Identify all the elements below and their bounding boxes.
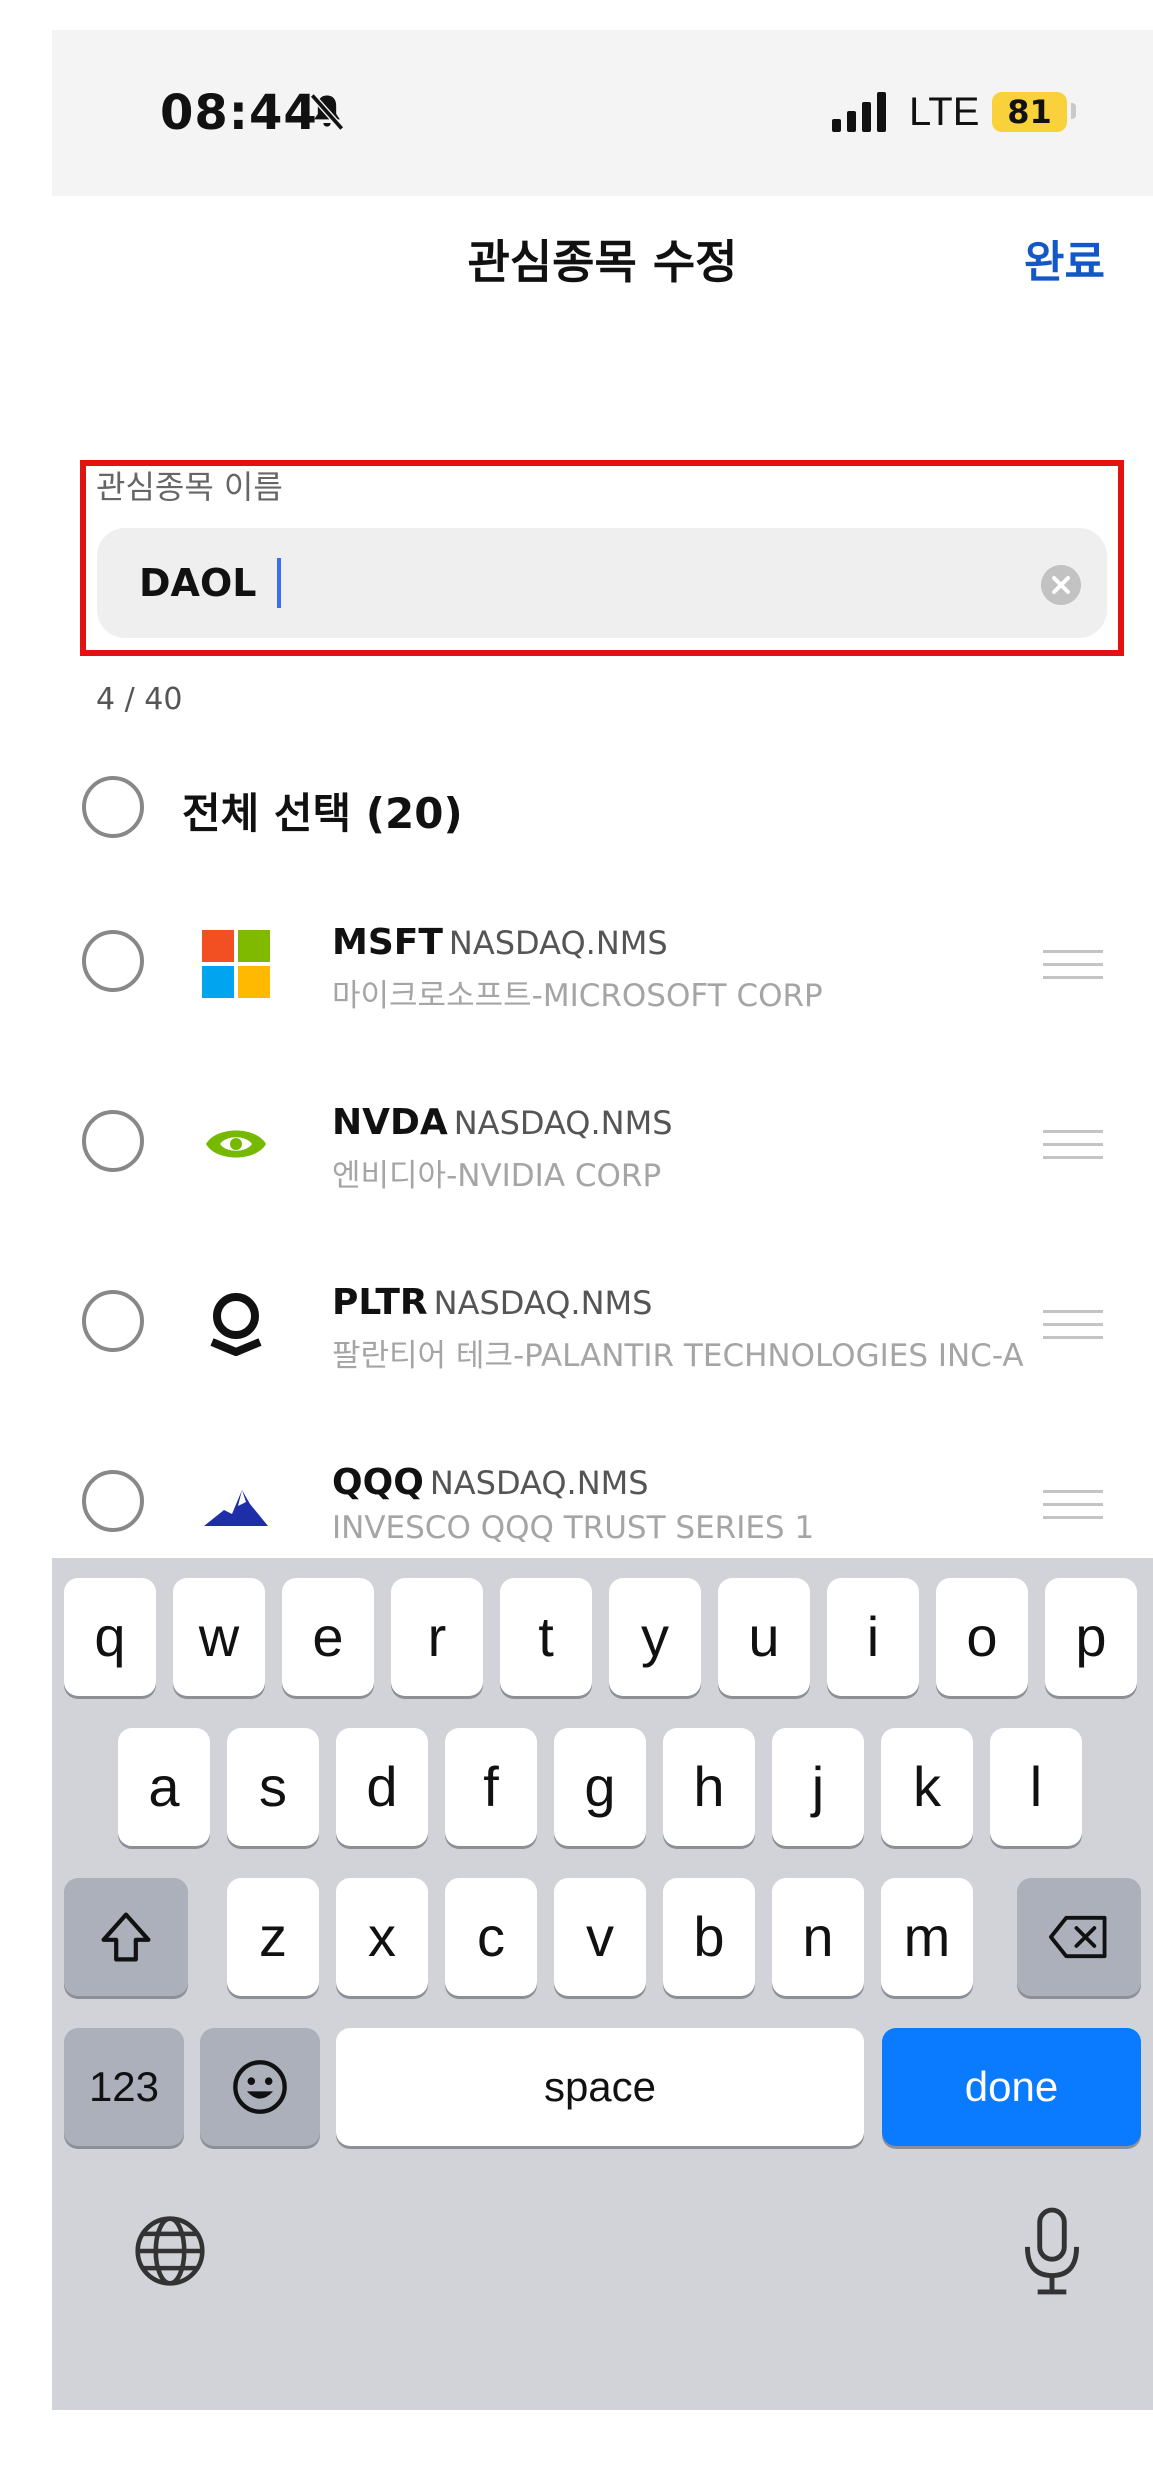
globe-icon[interactable] <box>132 2213 208 2289</box>
status-bar: 08:44 LTE 81 <box>52 30 1153 196</box>
backspace-icon <box>1048 1915 1107 1959</box>
backspace-key[interactable] <box>1017 1878 1141 1996</box>
key-c[interactable]: c <box>445 1878 537 1996</box>
emoji-icon <box>233 2060 287 2114</box>
stock-row[interactable]: NVDA NASDAQ.NMS 엔비디아-NVIDIA CORP <box>52 1072 1153 1242</box>
company-name: 엔비디아-NVIDIA CORP <box>332 1158 662 1194</box>
drag-handle-icon[interactable] <box>1043 1488 1103 1522</box>
stock-select-radio[interactable] <box>82 1110 144 1172</box>
stock-select-radio[interactable] <box>82 930 144 992</box>
key-d[interactable]: d <box>336 1728 428 1846</box>
shift-arrow-icon <box>101 1912 151 1962</box>
space-key[interactable]: space <box>336 2028 864 2146</box>
done-key[interactable]: done <box>882 2028 1141 2146</box>
stock-row[interactable]: PLTR NASDAQ.NMS 팔란티어 테크-PALANTIR TECHNOLO… <box>52 1252 1153 1422</box>
drag-handle-icon[interactable] <box>1043 1308 1103 1342</box>
bell-muted-icon <box>309 93 345 131</box>
stock-select-radio[interactable] <box>82 1290 144 1352</box>
key-a[interactable]: a <box>118 1728 210 1846</box>
battery-tip <box>1071 103 1076 119</box>
done-button[interactable]: 완료 <box>1024 226 1105 290</box>
ticker-symbol: MSFT <box>332 922 443 963</box>
key-t[interactable]: t <box>500 1578 592 1696</box>
key-p[interactable]: p <box>1045 1578 1137 1696</box>
exchange-name: NASDAQ.NMS <box>433 1284 653 1322</box>
exchange-name: NASDAQ.NMS <box>453 1104 673 1142</box>
numbers-key[interactable]: 123 <box>64 2028 184 2146</box>
key-n[interactable]: n <box>772 1878 864 1996</box>
watchlist-name-field[interactable] <box>97 528 1107 638</box>
key-s[interactable]: s <box>227 1728 319 1846</box>
drag-handle-icon[interactable] <box>1043 1128 1103 1162</box>
microphone-icon[interactable] <box>1020 2206 1084 2296</box>
palantir-logo-icon <box>210 1293 262 1356</box>
key-u[interactable]: u <box>718 1578 810 1696</box>
on-screen-keyboard: q w e r t y u i o p a s d f g h j k l z … <box>52 1558 1153 2410</box>
key-e[interactable]: e <box>282 1578 374 1696</box>
ticker-line: NVDA NASDAQ.NMS <box>332 1102 673 1143</box>
key-v[interactable]: v <box>554 1878 646 1996</box>
key-j[interactable]: j <box>772 1728 864 1846</box>
key-m[interactable]: m <box>881 1878 973 1996</box>
drag-handle-icon[interactable] <box>1043 948 1103 982</box>
key-f[interactable]: f <box>445 1728 537 1846</box>
exchange-name: NASDAQ.NMS <box>448 924 668 962</box>
phone-screen: 08:44 LTE 81 관심종목 수정 완료 관심종목 이름 DAOL 4 /… <box>52 30 1153 2410</box>
page-title: 관심종목 수정 <box>467 235 738 289</box>
ticker-symbol: PLTR <box>332 1282 428 1323</box>
key-h[interactable]: h <box>663 1728 755 1846</box>
invesco-logo-icon <box>204 1490 268 1526</box>
ticker-line: MSFT NASDAQ.NMS <box>332 922 668 963</box>
clear-text-icon[interactable] <box>1041 565 1081 605</box>
key-x[interactable]: x <box>336 1878 428 1996</box>
key-r[interactable]: r <box>391 1578 483 1696</box>
ticker-line: QQQ NASDAQ.NMS <box>332 1462 649 1503</box>
nav-bar: 관심종목 수정 완료 <box>52 196 1153 306</box>
key-l[interactable]: l <box>990 1728 1082 1846</box>
shift-key[interactable] <box>64 1878 188 1996</box>
exchange-name: NASDAQ.NMS <box>429 1464 649 1502</box>
key-k[interactable]: k <box>881 1728 973 1846</box>
stock-select-radio[interactable] <box>82 1470 144 1532</box>
ticker-line: PLTR NASDAQ.NMS <box>332 1282 652 1323</box>
select-all-radio[interactable] <box>82 776 144 838</box>
microsoft-logo-icon <box>202 930 270 998</box>
key-b[interactable]: b <box>663 1878 755 1996</box>
company-name: 마이크로소프트-MICROSOFT CORP <box>332 978 823 1014</box>
cellular-signal-icon <box>832 92 886 132</box>
emoji-key[interactable] <box>200 2028 320 2146</box>
ticker-symbol: NVDA <box>332 1102 448 1143</box>
key-i[interactable]: i <box>827 1578 919 1696</box>
battery-icon: 81 <box>992 92 1067 132</box>
watchlist-name-label: 관심종목 이름 <box>96 468 283 506</box>
key-q[interactable]: q <box>64 1578 156 1696</box>
text-caret <box>277 558 281 608</box>
key-o[interactable]: o <box>936 1578 1028 1696</box>
ticker-symbol: QQQ <box>332 1462 424 1503</box>
nvidia-logo-icon <box>206 1130 266 1158</box>
key-w[interactable]: w <box>173 1578 265 1696</box>
status-time: 08:44 <box>160 85 318 141</box>
select-all-label: 전체 선택 (20) <box>182 789 463 838</box>
key-y[interactable]: y <box>609 1578 701 1696</box>
stock-row[interactable]: MSFT NASDAQ.NMS 마이크로소프트-MICROSOFT CORP <box>52 892 1153 1062</box>
network-type: LTE <box>909 90 980 134</box>
key-g[interactable]: g <box>554 1728 646 1846</box>
watchlist-name-input[interactable] <box>139 558 1019 608</box>
company-name: INVESCO QQQ TRUST SERIES 1 <box>332 1510 815 1546</box>
company-name: 팔란티어 테크-PALANTIR TECHNOLOGIES INC-A <box>332 1338 1024 1374</box>
key-z[interactable]: z <box>227 1878 319 1996</box>
character-counter: 4 / 40 <box>96 682 183 717</box>
